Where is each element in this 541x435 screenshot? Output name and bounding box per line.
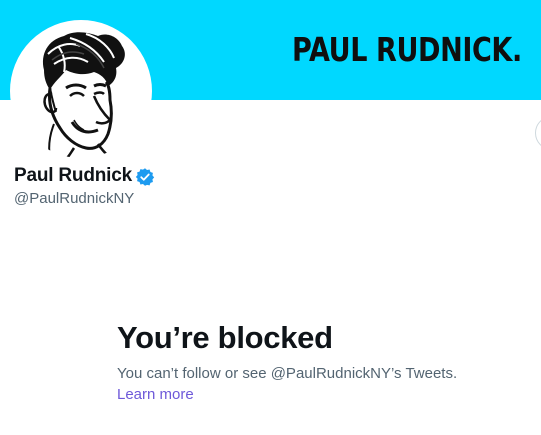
banner-text: PAUL RUDNICK. <box>292 30 522 69</box>
profile-name-row: Paul Rudnick <box>14 165 155 187</box>
blocked-title: You’re blocked <box>117 320 333 355</box>
verified-badge-icon <box>135 167 155 187</box>
profile-handle: @PaulRudnickNY <box>14 190 135 207</box>
profile-name: Paul Rudnick <box>14 165 132 186</box>
profile-page: PAUL RUDNICK. Paul Rudnick @PaulRudnickN… <box>0 0 541 435</box>
caricature-avatar-icon <box>14 24 148 158</box>
blocked-description: You can’t follow or see @PaulRudnickNY’s… <box>117 365 458 382</box>
learn-more-link[interactable]: Learn more <box>117 385 194 405</box>
profile-action-button[interactable] <box>535 116 541 150</box>
profile-avatar[interactable] <box>10 20 152 162</box>
blocked-notice: You’re blocked You can’t follow or see @… <box>117 320 517 405</box>
